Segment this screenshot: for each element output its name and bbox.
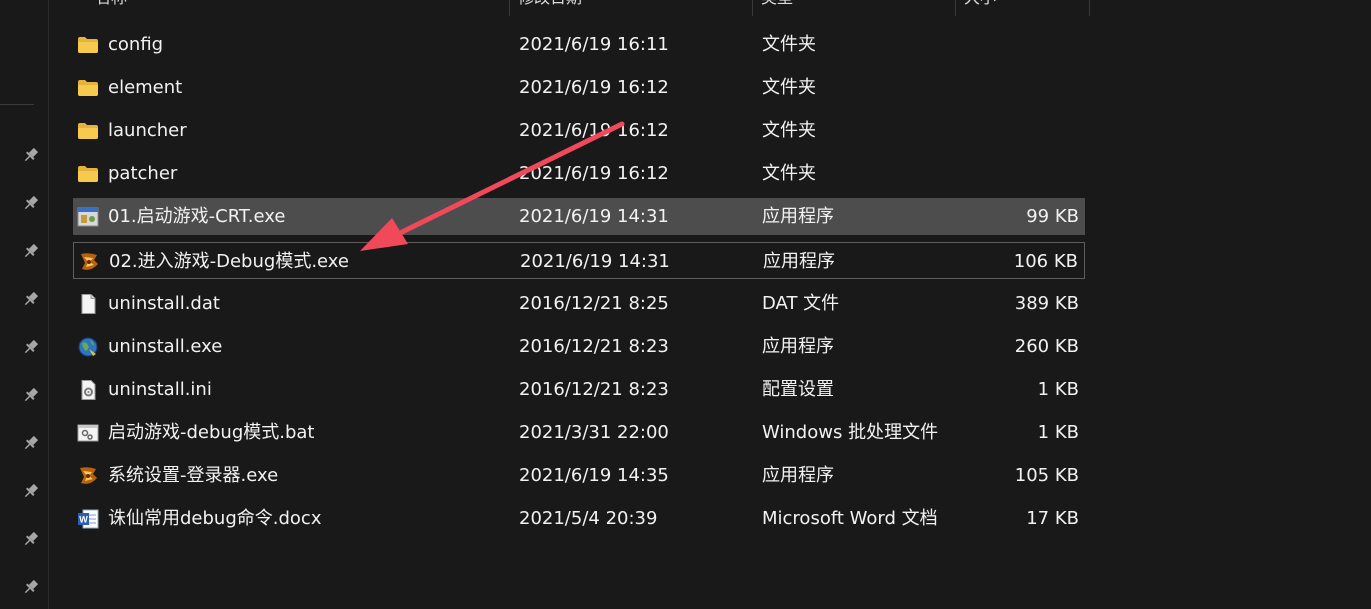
file-name: uninstall.ini bbox=[108, 379, 212, 400]
globe-app-icon bbox=[77, 337, 99, 357]
file-row[interactable]: config 2021/6/19 16:11 文件夹 bbox=[73, 26, 1085, 63]
file-type: 文件夹 bbox=[762, 163, 816, 184]
file-row[interactable]: element 2021/6/19 16:12 文件夹 bbox=[73, 69, 1085, 106]
file-size: 1 KB bbox=[1037, 422, 1079, 443]
file-modified-date: 2021/6/19 16:12 bbox=[519, 163, 669, 184]
folder-icon bbox=[77, 78, 99, 98]
file-row[interactable]: uninstall.ini 2016/12/21 8:23 配置设置 1 KB bbox=[73, 371, 1085, 408]
file-name: 02.进入游戏-Debug模式.exe bbox=[109, 251, 349, 272]
file-type: 应用程序 bbox=[763, 251, 835, 272]
file-name: config bbox=[108, 34, 164, 55]
file-modified-date: 2021/6/19 16:12 bbox=[519, 77, 669, 98]
game-logo-icon bbox=[77, 466, 99, 486]
file-modified-date: 2021/6/19 14:31 bbox=[519, 206, 669, 227]
file-modified-date: 2021/6/19 16:12 bbox=[519, 120, 669, 141]
file-type: 应用程序 bbox=[762, 206, 834, 227]
pin-icon[interactable] bbox=[22, 578, 40, 596]
file-name: 01.启动游戏-CRT.exe bbox=[108, 206, 286, 227]
batch-file-icon bbox=[77, 423, 99, 443]
file-size: 260 KB bbox=[1014, 336, 1079, 357]
pin-icon[interactable] bbox=[22, 482, 40, 500]
pin-icon[interactable] bbox=[22, 290, 40, 308]
file-size: 105 KB bbox=[1014, 465, 1079, 486]
pin-icon[interactable] bbox=[22, 530, 40, 548]
folder-icon bbox=[77, 164, 99, 184]
file-modified-date: 2021/6/19 16:11 bbox=[519, 34, 669, 55]
file-size: 1 KB bbox=[1037, 379, 1079, 400]
file-row[interactable]: W 诛仙常用debug命令.docx 2021/5/4 20:39 Microsoft… bbox=[73, 500, 1085, 537]
pin-icon[interactable] bbox=[22, 146, 40, 164]
file-row[interactable]: uninstall.dat 2016/12/21 8:25 DAT 文件 389 KB bbox=[73, 285, 1085, 322]
file-row[interactable]: patcher 2021/6/19 16:12 文件夹 bbox=[73, 155, 1085, 192]
file-name: 启动游戏-debug模式.bat bbox=[108, 422, 315, 443]
pin-icon[interactable] bbox=[22, 242, 40, 260]
file-row[interactable]: uninstall.exe 2016/12/21 8:23 应用程序 260 KB bbox=[73, 328, 1085, 365]
navigation-pane bbox=[0, 0, 49, 609]
nav-divider bbox=[0, 104, 34, 105]
file-size: 106 KB bbox=[1013, 251, 1078, 272]
pin-icon[interactable] bbox=[22, 338, 40, 356]
file-row[interactable]: launcher 2021/6/19 16:12 文件夹 bbox=[73, 112, 1085, 149]
file-type: 应用程序 bbox=[762, 336, 834, 357]
file-modified-date: 2016/12/21 8:23 bbox=[519, 379, 669, 400]
file-type: 文件夹 bbox=[762, 34, 816, 55]
file-name: 系统设置-登录器.exe bbox=[108, 465, 279, 486]
file-name: 诛仙常用debug命令.docx bbox=[108, 508, 322, 529]
file-name: uninstall.exe bbox=[108, 336, 223, 357]
file-row[interactable]: 02.进入游戏-Debug模式.exe 2021/6/19 14:31 应用程序 10… bbox=[73, 242, 1085, 279]
file-type: 配置设置 bbox=[762, 379, 834, 400]
file-modified-date: 2021/6/19 14:35 bbox=[519, 465, 669, 486]
file-type: 应用程序 bbox=[762, 465, 834, 486]
file-type: 文件夹 bbox=[762, 120, 816, 141]
file-size: 99 KB bbox=[1026, 206, 1079, 227]
file-modified-date: 2016/12/21 8:23 bbox=[519, 336, 669, 357]
column-header-type[interactable]: 类型 bbox=[753, 0, 956, 16]
file-name: launcher bbox=[108, 120, 187, 141]
file-row[interactable]: 01.启动游戏-CRT.exe 2021/6/19 14:31 应用程序 99 KB bbox=[73, 198, 1085, 235]
column-header: 名称 修改日期 类型 大小 bbox=[49, 0, 1149, 16]
folder-icon bbox=[77, 35, 99, 55]
game-logo-icon bbox=[78, 252, 100, 272]
column-header-name[interactable]: 名称 bbox=[87, 0, 510, 16]
blank-file-icon bbox=[77, 294, 99, 314]
file-modified-date: 2021/6/19 14:31 bbox=[520, 251, 670, 272]
pin-icon[interactable] bbox=[22, 434, 40, 452]
file-modified-date: 2021/3/31 22:00 bbox=[519, 422, 669, 443]
svg-text:W: W bbox=[79, 515, 88, 525]
pin-icon[interactable] bbox=[22, 386, 40, 404]
file-type: 文件夹 bbox=[762, 77, 816, 98]
column-header-size[interactable]: 大小 bbox=[956, 0, 1090, 16]
file-type: Windows 批处理文件 bbox=[762, 422, 939, 443]
file-type: Microsoft Word 文档 bbox=[762, 508, 938, 529]
word-doc-icon: W bbox=[77, 509, 99, 529]
file-modified-date: 2016/12/21 8:25 bbox=[519, 293, 669, 314]
file-row[interactable]: 启动游戏-debug模式.bat 2021/3/31 22:00 Windows 批… bbox=[73, 414, 1085, 451]
file-size: 389 KB bbox=[1014, 293, 1079, 314]
file-size: 17 KB bbox=[1026, 508, 1079, 529]
file-modified-date: 2021/5/4 20:39 bbox=[519, 508, 658, 529]
file-name: element bbox=[108, 77, 183, 98]
column-header-date[interactable]: 修改日期 bbox=[510, 0, 753, 16]
file-name: patcher bbox=[108, 163, 178, 184]
file-list-view: 名称 修改日期 类型 大小 config2021/6/19 16:11文件夹el… bbox=[49, 0, 1371, 609]
app-window-icon bbox=[77, 207, 99, 227]
pin-icon[interactable] bbox=[22, 194, 40, 212]
file-name: uninstall.dat bbox=[108, 293, 220, 314]
file-row[interactable]: 系统设置-登录器.exe 2021/6/19 14:35 应用程序 105 KB bbox=[73, 457, 1085, 494]
config-file-icon bbox=[77, 380, 99, 400]
file-type: DAT 文件 bbox=[762, 293, 840, 314]
folder-icon bbox=[77, 121, 99, 141]
